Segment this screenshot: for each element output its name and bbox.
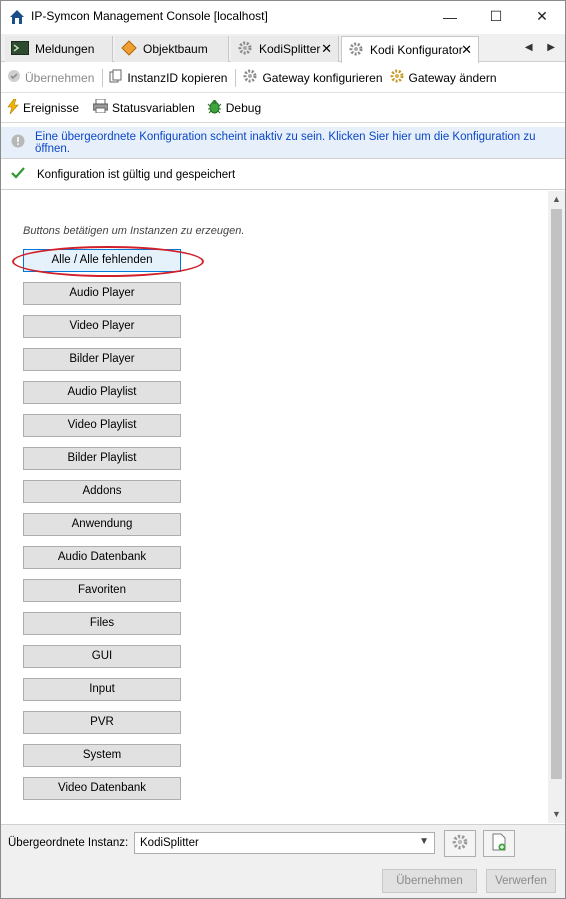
tab-label: Kodi Konfigurator — [370, 43, 463, 57]
apply-toolbar-button[interactable]: Übernehmen — [7, 69, 94, 86]
create-gui-button[interactable]: GUI — [23, 645, 181, 668]
scrollbar-thumb[interactable] — [551, 209, 562, 779]
tab-close-button[interactable]: ✕ — [321, 41, 332, 57]
parent-instance-select[interactable]: KodiSplitter ▼ — [134, 832, 435, 854]
create-pvr-button[interactable]: PVR — [23, 711, 181, 734]
discard-button[interactable]: Verwerfen — [486, 869, 556, 893]
copy-instance-id-button[interactable]: InstanzID kopieren — [109, 69, 227, 87]
create-favourites-button[interactable]: Favoriten — [23, 579, 181, 602]
apply-button[interactable]: Übernehmen — [382, 869, 477, 893]
tab-label: Objektbaum — [143, 42, 208, 56]
configure-parent-button[interactable] — [444, 830, 476, 857]
annotation-ellipse — [12, 246, 204, 277]
tab-objektbaum[interactable]: Objektbaum — [115, 36, 229, 62]
title-bar: IP-Symcon Management Console [localhost]… — [1, 1, 565, 32]
create-instance-buttons: Alle / Alle fehlenden Audio Player Video… — [23, 249, 181, 810]
gear-icon — [237, 40, 253, 59]
gear-icon — [451, 833, 469, 854]
footer-panel: Übergeordnete Instanz: KodiSplitter ▼ Üb… — [1, 824, 565, 898]
home-icon — [9, 9, 25, 25]
create-input-button[interactable]: Input — [23, 678, 181, 701]
app-window: IP-Symcon Management Console [localhost]… — [0, 0, 566, 899]
info-icon — [11, 134, 25, 151]
tab-meldungen[interactable]: Meldungen — [5, 36, 113, 62]
create-audio-playlist-button[interactable]: Audio Playlist — [23, 381, 181, 404]
window-title: IP-Symcon Management Console [localhost] — [31, 9, 268, 23]
create-video-library-button[interactable]: Video Datenbank — [23, 777, 181, 800]
parent-instance-value: KodiSplitter — [140, 837, 199, 849]
scroll-down-arrow-icon[interactable]: ▼ — [548, 806, 565, 823]
status-variables-button[interactable]: Statusvariablen — [92, 98, 195, 116]
create-application-button[interactable]: Anwendung — [23, 513, 181, 536]
create-picture-player-button[interactable]: Bilder Player — [23, 348, 181, 371]
instance-toolbar: Übernehmen InstanzID kopieren Gateway ko… — [1, 63, 565, 93]
toolbar-divider — [102, 68, 104, 87]
console-icon — [11, 40, 29, 58]
inactive-parent-notice[interactable]: Eine übergeordnete Konfiguration scheint… — [1, 127, 565, 159]
bug-icon — [207, 99, 222, 117]
create-picture-playlist-button[interactable]: Bilder Playlist — [23, 447, 181, 470]
change-gateway-button[interactable]: Gateway ändern — [389, 68, 497, 87]
create-addons-button[interactable]: Addons — [23, 480, 181, 503]
events-button[interactable]: Ereignisse — [7, 98, 79, 117]
gear-icon — [389, 68, 405, 87]
tab-bar: Meldungen Objektbaum KodiSplitter ✕ Kodi… — [1, 34, 565, 63]
tab-label: KodiSplitter — [259, 42, 321, 56]
create-files-button[interactable]: Files — [23, 612, 181, 635]
toolbar-divider — [235, 68, 237, 87]
create-audio-library-button[interactable]: Audio Datenbank — [23, 546, 181, 569]
vertical-scrollbar[interactable]: ▲ ▼ — [548, 191, 565, 823]
diamond-icon — [121, 39, 137, 59]
gear-icon — [242, 68, 258, 87]
create-video-playlist-button[interactable]: Video Playlist — [23, 414, 181, 437]
copy-icon — [109, 69, 123, 87]
parent-instance-label: Übergeordnete Instanz: — [8, 837, 129, 849]
tab-kodisplitter[interactable]: KodiSplitter ✕ — [231, 36, 339, 62]
printer-icon — [92, 98, 109, 116]
new-parent-button[interactable] — [483, 830, 515, 857]
ok-message: Konfiguration ist gültig und gespeichert — [37, 168, 236, 181]
tab-label: Meldungen — [35, 42, 95, 56]
instructions-text: Buttons betätigen um Instanzen zu erzeug… — [23, 225, 245, 237]
create-audio-player-button[interactable]: Audio Player — [23, 282, 181, 305]
create-video-player-button[interactable]: Video Player — [23, 315, 181, 338]
checkmark-icon — [11, 167, 25, 182]
configurator-panel: Buttons betätigen um Instanzen zu erzeug… — [1, 191, 565, 823]
configure-gateway-button[interactable]: Gateway konfigurieren — [242, 68, 383, 87]
tab-scroll-arrows[interactable]: ◀ ▶ — [525, 42, 561, 53]
apply-icon — [7, 69, 21, 86]
maximize-button[interactable]: ☐ — [473, 1, 519, 32]
minimize-button[interactable]: — — [427, 1, 473, 32]
close-window-button[interactable]: ✕ — [519, 1, 565, 32]
config-status-bar: Konfiguration ist gültig und gespeichert — [1, 160, 565, 190]
info-message: Eine übergeordnete Konfiguration scheint… — [35, 130, 536, 155]
tab-kodi-konfigurator[interactable]: Kodi Konfigurator ✕ — [341, 36, 479, 63]
secondary-toolbar: Ereignisse Statusvariablen Debug — [1, 93, 565, 123]
tab-close-button[interactable]: ✕ — [461, 42, 472, 58]
chevron-down-icon: ▼ — [419, 836, 429, 847]
gear-icon — [348, 41, 364, 60]
create-system-button[interactable]: System — [23, 744, 181, 767]
new-document-icon — [491, 833, 507, 854]
scroll-up-arrow-icon[interactable]: ▲ — [548, 191, 565, 208]
lightning-icon — [7, 98, 19, 117]
debug-button[interactable]: Debug — [207, 99, 261, 117]
